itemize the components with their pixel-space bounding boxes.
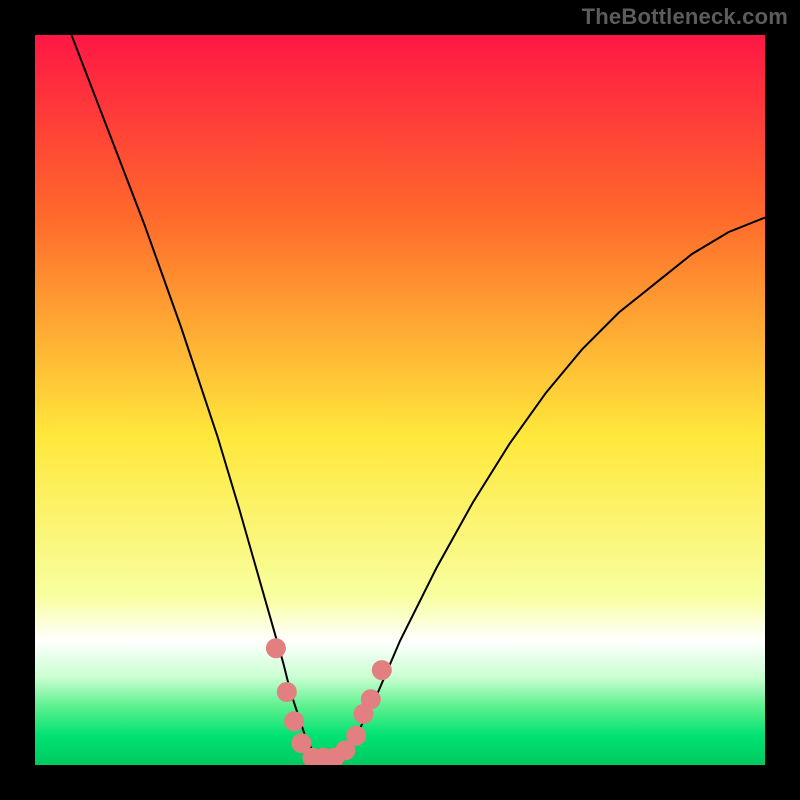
marker-point (277, 682, 297, 702)
chart-svg (35, 35, 765, 765)
marker-point (361, 689, 381, 709)
marker-point (266, 638, 286, 658)
marker-point (372, 660, 392, 680)
chart-plot-area (35, 35, 765, 765)
marker-point (346, 726, 366, 746)
marker-point (284, 711, 304, 731)
watermark-text: TheBottleneck.com (582, 4, 788, 30)
chart-background-gradient (35, 35, 765, 765)
